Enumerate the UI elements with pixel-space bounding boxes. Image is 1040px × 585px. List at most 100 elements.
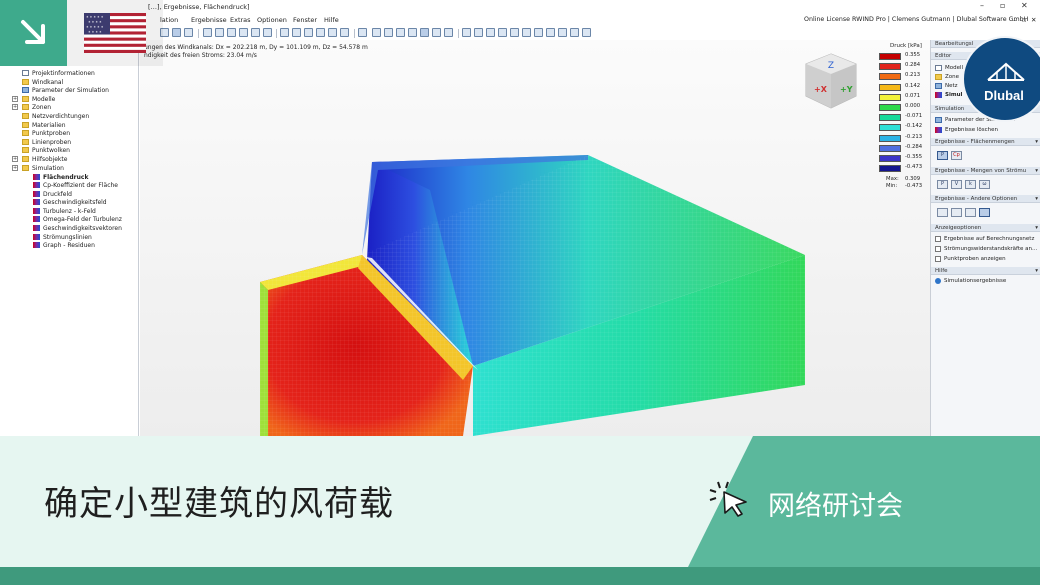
- help-simulation-results[interactable]: Simulationsergebnisse: [935, 277, 1006, 285]
- toolbar-button[interactable]: [227, 28, 236, 37]
- toolbar-button[interactable]: [280, 28, 289, 37]
- graph-button[interactable]: [979, 208, 990, 217]
- tree-item[interactable]: Netzverdichtungen: [22, 112, 89, 120]
- toolbar-button[interactable]: [304, 28, 313, 37]
- toolbar-button[interactable]: [172, 28, 181, 37]
- toolbar-button[interactable]: [522, 28, 531, 37]
- close-button[interactable]: ✕: [1021, 1, 1028, 10]
- toolbar-button[interactable]: [384, 28, 393, 37]
- toolbar-button[interactable]: [184, 28, 193, 37]
- toolbar-button[interactable]: [215, 28, 224, 37]
- menu-extras[interactable]: Extras: [230, 16, 251, 24]
- toolbar-button[interactable]: [328, 28, 337, 37]
- toolbar-button[interactable]: [408, 28, 417, 37]
- tree-item[interactable]: Cp-Koeffizient der Fläche: [33, 181, 118, 189]
- toolbar-button[interactable]: [546, 28, 555, 37]
- checkbox[interactable]: [935, 236, 941, 242]
- toolbar-button[interactable]: [203, 28, 212, 37]
- 3d-viewport[interactable]: ungen des Windkanals: Dx = 202.218 m, Dy…: [140, 40, 930, 436]
- us-flag-icon[interactable]: ✶ ✶ ✶ ✶ ✶ ✶ ✶ ✶ ✶ ✶ ✶ ✶ ✶ ✶ ✶ ✶ ✶ ✶: [84, 13, 146, 53]
- option-drag-forces[interactable]: Strömungswiderstandskräfte an…: [935, 245, 1038, 253]
- menu-ergebnisse[interactable]: Ergebnisse: [191, 16, 227, 24]
- mdi-close-button[interactable]: ✕: [1031, 16, 1036, 24]
- checkbox[interactable]: [935, 256, 941, 262]
- tree-item[interactable]: Zonen: [22, 103, 51, 111]
- toolbar-button[interactable]: [444, 28, 453, 37]
- editor-item-mesh[interactable]: Netz: [935, 82, 958, 90]
- tree-item[interactable]: Turbulenz - k-Feld: [33, 207, 96, 215]
- toolbar-button[interactable]: [432, 28, 441, 37]
- option-show-probes[interactable]: Punktproben anzeigen: [935, 255, 1006, 263]
- tree-expander[interactable]: +: [12, 96, 18, 102]
- legend-value: -0.142: [905, 123, 923, 130]
- surface-pressure-button[interactable]: P: [937, 151, 948, 160]
- flow-k-button[interactable]: k: [965, 180, 976, 189]
- toolbar-button[interactable]: [462, 28, 471, 37]
- tree-item[interactable]: Geschwindigkeitsfeld: [33, 198, 107, 206]
- flow-velocity-button[interactable]: V: [951, 180, 962, 189]
- tree-item[interactable]: Punktwolken: [22, 146, 70, 154]
- tree-item[interactable]: Punktproben: [22, 129, 70, 137]
- tree-item[interactable]: Materialien: [22, 121, 66, 129]
- tree-item[interactable]: Geschwindigkeitsvektoren: [33, 224, 122, 232]
- toolbar-button[interactable]: [358, 28, 367, 37]
- tree-item[interactable]: Projektinformationen: [22, 69, 95, 77]
- section-results-flow[interactable]: Ergebnisse - Mengen von Strömu ▾: [931, 167, 1040, 175]
- tree-expander[interactable]: +: [12, 104, 18, 110]
- tree-item[interactable]: Druckfeld: [33, 190, 72, 198]
- flow-pressure-button[interactable]: P: [937, 180, 948, 189]
- toolbar-button[interactable]: [372, 28, 381, 37]
- tree-item[interactable]: Flächendruck: [33, 173, 88, 181]
- minimize-button[interactable]: –: [980, 1, 984, 10]
- toolbar-button[interactable]: [239, 28, 248, 37]
- tree-item[interactable]: Hilfsobjekte: [22, 155, 67, 163]
- section-results-other[interactable]: Ergebnisse - Andere Optionen ▾: [931, 195, 1040, 203]
- surface-cp-button[interactable]: Cp: [951, 151, 962, 160]
- toolbar-button[interactable]: [420, 28, 429, 37]
- tree-item[interactable]: Modelle: [22, 95, 55, 103]
- toolbar-button[interactable]: [292, 28, 301, 37]
- editor-item-model[interactable]: Modell: [935, 64, 963, 72]
- toolbar-button[interactable]: [570, 28, 579, 37]
- toolbar-button[interactable]: [486, 28, 495, 37]
- tree-item[interactable]: Strömungslinien: [33, 233, 92, 241]
- maximize-button[interactable]: ▫: [1000, 1, 1005, 10]
- view-cube[interactable]: Z +X +Y: [800, 50, 862, 112]
- toolbar-button[interactable]: [474, 28, 483, 37]
- toolbar-button[interactable]: [510, 28, 519, 37]
- mdi-minimize-button[interactable]: –: [1013, 16, 1016, 24]
- section-help[interactable]: Hilfe ▾: [931, 267, 1040, 275]
- mdi-restore-button[interactable]: ▫: [1022, 16, 1026, 24]
- section-display-options[interactable]: Anzeigeoptionen ▾: [931, 224, 1040, 232]
- tree-item[interactable]: Linienproben: [22, 138, 71, 146]
- toolbar-button[interactable]: [582, 28, 591, 37]
- tree-item[interactable]: Simulation: [22, 164, 64, 172]
- tree-item[interactable]: Windkanal: [22, 78, 63, 86]
- toolbar-button[interactable]: [534, 28, 543, 37]
- flow-omega-button[interactable]: ω: [979, 180, 990, 189]
- menu-fenster[interactable]: Fenster: [293, 16, 317, 24]
- editor-item-simulation[interactable]: Simul: [935, 91, 962, 99]
- toolbar-button[interactable]: [316, 28, 325, 37]
- tree-item[interactable]: Parameter der Simulation: [22, 86, 109, 94]
- checkbox[interactable]: [935, 246, 941, 252]
- probes-button[interactable]: [965, 208, 976, 217]
- toolbar-button[interactable]: [251, 28, 260, 37]
- toolbar-button[interactable]: [558, 28, 567, 37]
- toolbar-button[interactable]: [263, 28, 272, 37]
- menu-optionen[interactable]: Optionen: [257, 16, 287, 24]
- toolbar-button[interactable]: [396, 28, 405, 37]
- option-results-on-mesh[interactable]: Ergebnisse auf Berechnungsnetz: [935, 235, 1034, 243]
- toolbar-button[interactable]: [498, 28, 507, 37]
- tree-expander[interactable]: +: [12, 156, 18, 162]
- vectors-button[interactable]: [937, 208, 948, 217]
- tree-expander[interactable]: +: [12, 165, 18, 171]
- menu-hilfe[interactable]: Hilfe: [324, 16, 339, 24]
- section-results-surface[interactable]: Ergebnisse - Flächenmengen ▾: [931, 138, 1040, 146]
- tree-item[interactable]: Omega-Feld der Turbulenz: [33, 215, 122, 223]
- editor-item-zone[interactable]: Zone: [935, 73, 959, 81]
- toolbar-button[interactable]: [340, 28, 349, 37]
- tree-item[interactable]: Graph - Residuen: [33, 241, 95, 249]
- delete-results-item[interactable]: Ergebnisse löschen: [935, 126, 998, 134]
- streamlines-button[interactable]: [951, 208, 962, 217]
